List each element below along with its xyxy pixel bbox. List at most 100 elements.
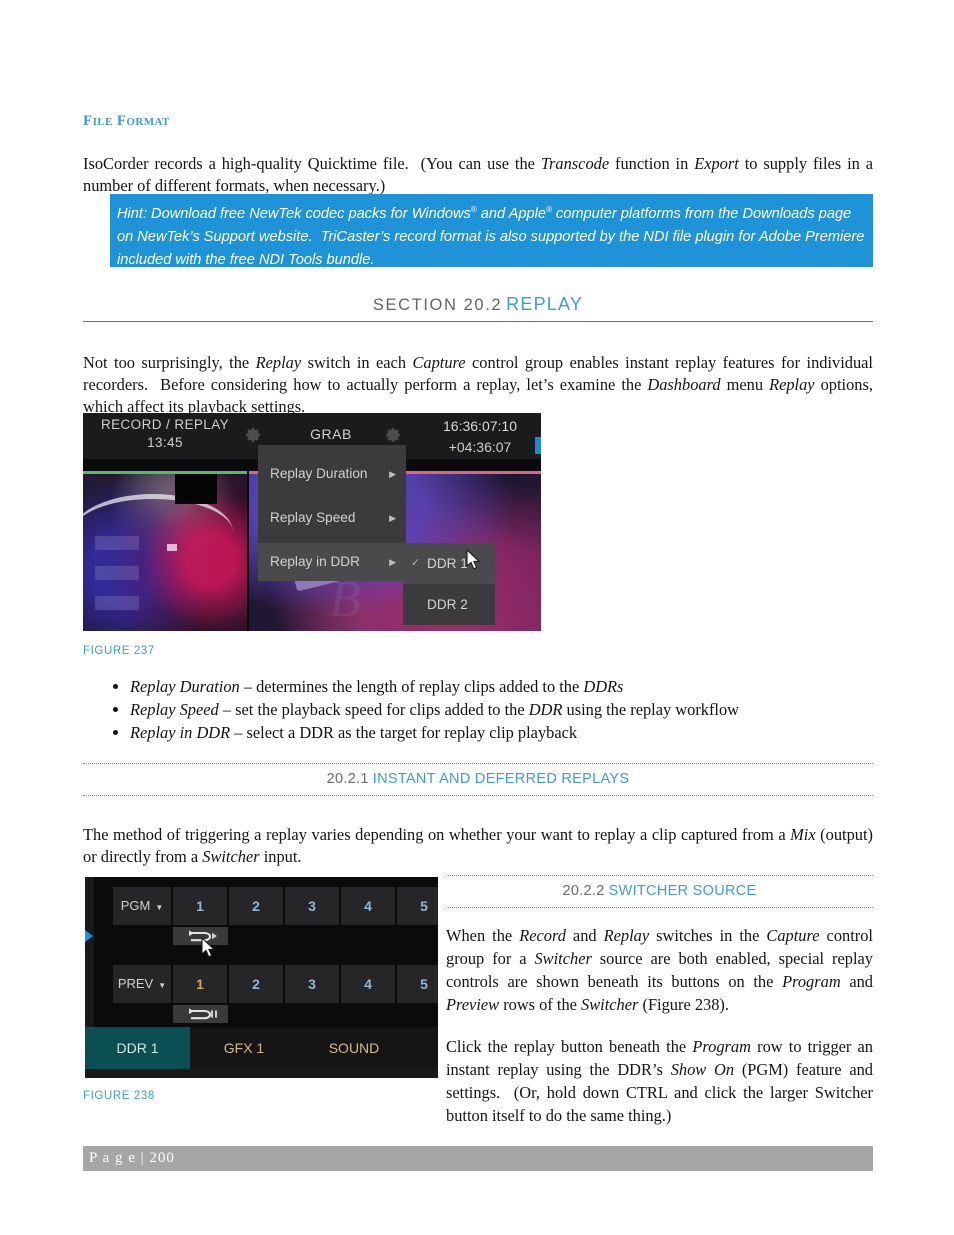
subsection-header-20-2-1: 20.2.1 INSTANT AND DEFERRED REPLAYS — [83, 763, 873, 796]
gear-icon[interactable] — [383, 425, 403, 445]
switcher-rows: PGM ▼ 1 2 3 4 5 PREV ▼ 1 2 3 4 5 — [94, 877, 438, 1027]
prev-button-4[interactable]: 4 — [341, 965, 396, 1003]
section-header-20-2: SECTION 20.2 REPLAY — [83, 294, 873, 322]
record-replay-label-group: RECORD / REPLAY 13:45 — [95, 417, 235, 450]
figure-237-caption: FIGURE 237 — [83, 645, 155, 657]
menu-item-replay-duration[interactable]: Replay Duration ▶ — [258, 455, 406, 493]
grab-button-label[interactable]: GRAB — [286, 426, 376, 442]
prev-button-label: 4 — [364, 976, 372, 992]
timecode-display: 16:36:07:10 +04:36:07 — [416, 416, 541, 458]
pgm-button-label: 3 — [308, 898, 316, 914]
document-page: File Format IsoCorder records a high-qua… — [83, 0, 873, 1235]
prev-button-label: 2 — [252, 976, 260, 992]
studio-bar-1 — [95, 536, 139, 550]
studio-bar-3 — [95, 596, 139, 610]
submenu-item-label: DDR 1 — [427, 556, 468, 571]
prev-button-label: 3 — [308, 976, 316, 992]
pgm-button-3[interactable]: 3 — [285, 887, 340, 925]
section-number: SECTION 20.2 — [372, 296, 503, 314]
subsection-header-20-2-2: 20.2.2 SWITCHER SOURCE — [446, 875, 873, 908]
page-number-label: P a g e | 200 — [89, 1150, 175, 1166]
tab-label: GFX 1 — [223, 1040, 265, 1056]
gear-icon[interactable] — [243, 425, 263, 445]
list-item: Replay Speed – set the playback speed fo… — [130, 699, 873, 722]
replay-intro-paragraph: Not too surprisingly, the Replay switch … — [83, 353, 873, 417]
prev-bus-selector[interactable]: PREV ▼ — [113, 965, 172, 1003]
prev-label: PREV — [117, 976, 154, 991]
menu-item-replay-speed[interactable]: Replay Speed ▶ — [258, 499, 406, 537]
chevron-right-icon: ▶ — [389, 557, 396, 567]
switcher-source-paragraph-1: When the Record and Replay switches in t… — [446, 926, 874, 1014]
pgm-button-label: 5 — [420, 898, 428, 914]
list-item: Replay in DDR – select a DDR as the targ… — [130, 722, 873, 745]
record-replay-title: RECORD / REPLAY — [100, 417, 230, 432]
switcher-position-marker-icon — [85, 930, 93, 942]
menu-item-replay-in-ddr[interactable]: Replay in DDR ▶ — [258, 543, 406, 581]
subsection-title: SWITCHER SOURCE — [608, 883, 757, 899]
tab-label: SOUND — [328, 1040, 380, 1056]
status-chip — [535, 437, 541, 454]
mouse-cursor-icon — [201, 936, 217, 959]
prev-button-3[interactable]: 3 — [285, 965, 340, 1003]
prev-button-label: 1 — [196, 976, 204, 992]
switcher-source-paragraph-2: Click the replay button beneath the Prog… — [446, 1037, 874, 1125]
program-row: PGM ▼ 1 2 3 4 5 — [94, 887, 438, 925]
figure-238-switcher-screenshot: PGM ▼ 1 2 3 4 5 PREV ▼ 1 2 3 4 5 DDR 1 G… — [85, 877, 438, 1078]
preview-row: PREV ▼ 1 2 3 4 5 — [94, 965, 438, 1003]
video-thumbnail-program — [83, 471, 247, 631]
minor-heading-file-format: File Format — [83, 113, 170, 129]
method-paragraph: The method of triggering a replay varies… — [83, 825, 873, 867]
switcher-left-rail — [85, 877, 94, 1027]
prev-button-2[interactable]: 2 — [229, 965, 284, 1003]
subsection-title: INSTANT AND DEFERRED REPLAYS — [372, 771, 630, 787]
pgm-button-label: 2 — [252, 898, 260, 914]
record-replay-duration: 13:45 — [147, 435, 183, 450]
page-footer: P a g e | 200 — [83, 1146, 873, 1171]
pgm-button-1[interactable]: 1 — [173, 887, 228, 925]
pgm-label: PGM — [120, 898, 151, 913]
pgm-button-label: 4 — [364, 898, 372, 914]
pgm-button-2[interactable]: 2 — [229, 887, 284, 925]
figure-237-dashboard-screenshot: B RECORD / REPLAY 13:45 GRAB 16:36:07:10… — [83, 413, 541, 631]
menu-item-label: Replay Duration — [270, 466, 368, 481]
switcher-bottom-rail — [85, 1069, 438, 1078]
chevron-down-icon: ▼ — [158, 981, 167, 990]
hint-callout-box: Hint: Download free NewTek codec packs f… — [110, 194, 873, 268]
chevron-right-icon: ▶ — [389, 513, 396, 523]
submenu-item-label: DDR 2 — [427, 597, 468, 612]
tab-sound[interactable]: SOUND — [298, 1027, 410, 1069]
timecode-absolute: 16:36:07:10 — [443, 418, 517, 434]
studio-notch-decoration — [175, 474, 217, 504]
section-title: REPLAY — [506, 294, 584, 314]
pgm-button-label: 1 — [196, 898, 204, 914]
right-column: 20.2.2 SWITCHER SOURCE When the Record a… — [446, 875, 873, 1143]
tab-ddr-1[interactable]: DDR 1 — [85, 1027, 190, 1069]
subsection-number: 20.2.1 — [326, 771, 369, 787]
menu-item-label: Replay Speed — [270, 510, 356, 525]
studio-bar-2 — [95, 566, 139, 580]
replay-pause-icon[interactable] — [173, 1005, 228, 1023]
list-item: Replay Duration – determines the length … — [130, 676, 873, 699]
ddr-tab-bar: DDR 1 GFX 1 SOUND — [85, 1027, 438, 1069]
pgm-button-4[interactable]: 4 — [341, 887, 396, 925]
subsection-number: 20.2.2 — [562, 883, 605, 899]
pgm-bus-selector[interactable]: PGM ▼ — [113, 887, 172, 925]
tab-label: DDR 1 — [116, 1040, 159, 1056]
replay-options-list: Replay Duration – determines the length … — [83, 676, 873, 745]
dashboard-context-menu: Replay Duration ▶ Replay Speed ▶ Replay … — [258, 445, 406, 581]
prev-button-5[interactable]: 5 — [397, 965, 438, 1003]
prev-button-1[interactable]: 1 — [173, 965, 228, 1003]
submenu-item-ddr-2[interactable]: DDR 2 — [403, 584, 495, 625]
timecode-relative: +04:36:07 — [448, 439, 512, 455]
menu-item-label: Replay in DDR — [270, 554, 360, 569]
figure-238-caption: FIGURE 238 — [83, 1090, 155, 1102]
check-icon: ✓ — [411, 557, 421, 569]
pgm-button-5[interactable]: 5 — [397, 887, 438, 925]
tab-gfx-1[interactable]: GFX 1 — [190, 1027, 298, 1069]
mouse-cursor-icon — [466, 548, 482, 571]
intro-paragraph: IsoCorder records a high-quality Quickti… — [83, 154, 873, 196]
prev-button-label: 5 — [420, 976, 428, 992]
chevron-right-icon: ▶ — [389, 469, 396, 479]
chevron-down-icon: ▼ — [155, 903, 164, 912]
studio-highlight — [167, 544, 177, 551]
